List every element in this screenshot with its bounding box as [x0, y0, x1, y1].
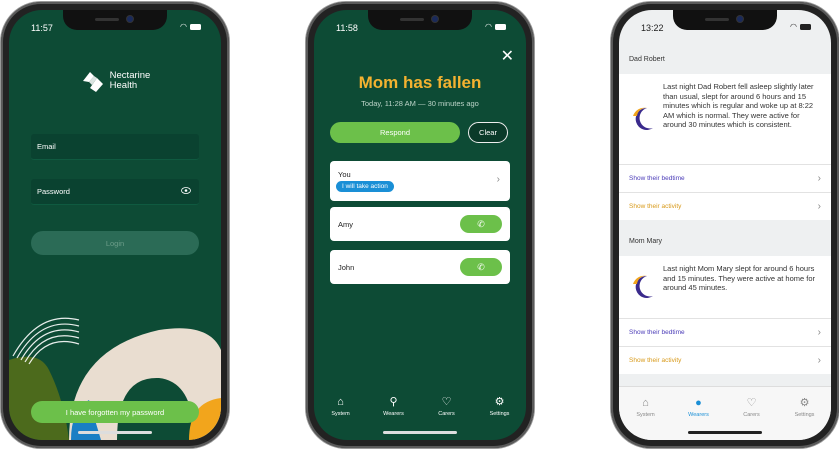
responder-name: Amy	[338, 220, 353, 229]
chevron-right-icon: ›	[817, 201, 821, 212]
tab-wearers[interactable]: ⚲ Wearers	[374, 396, 414, 417]
tab-label: System	[331, 411, 350, 417]
link-label: Show their activity	[629, 357, 682, 364]
tab-label: System	[636, 412, 655, 418]
tab-carers[interactable]: ♡ Carers	[732, 397, 772, 418]
person-icon: ⚲	[389, 396, 398, 408]
tab-system[interactable]: ⌂ System	[626, 397, 666, 418]
notch	[673, 10, 777, 30]
nectarine-logo: Nectarine Health	[9, 68, 221, 94]
phone-sleep: 13:22 ◠ Dad Robert Last night Dad Robert…	[611, 2, 839, 448]
responder-card-you[interactable]: You I will take action ›	[330, 161, 510, 201]
status-time: 13:22	[641, 23, 664, 33]
tab-settings[interactable]: ⚙ Settings	[480, 396, 520, 417]
responder-card-john: John ✆	[330, 250, 510, 284]
sliders-icon: ⚙	[494, 396, 505, 408]
email-field[interactable]: Email	[31, 134, 199, 160]
chevron-right-icon: ›	[817, 355, 821, 366]
tab-label: Settings	[794, 412, 815, 418]
heart-icon: ♡	[441, 396, 452, 408]
battery-icon	[800, 23, 811, 30]
alert-title: Mom has fallen	[358, 73, 482, 92]
responder-name: John	[338, 263, 355, 272]
forgot-password-button[interactable]: I have forgotten my password	[31, 401, 199, 423]
chevron-right-icon: ›	[817, 173, 821, 184]
status-time: 11:57	[31, 23, 53, 33]
login-button[interactable]: Login	[31, 231, 199, 255]
section-title: Dad Robert	[629, 56, 665, 63]
home-indicator	[78, 431, 152, 434]
moon-icon	[633, 107, 653, 130]
email-placeholder: Email	[37, 142, 56, 151]
login-screen: 11:57 ◠ Nectarine Health Email Password …	[9, 10, 221, 440]
status-time: 11:58	[336, 23, 358, 33]
status-icons: ◠	[180, 22, 201, 31]
status-icons: ◠	[485, 22, 506, 31]
status-icons: ◠	[790, 22, 811, 31]
responder-name: You	[338, 170, 351, 179]
moon-icon	[633, 275, 653, 298]
logo-line2: Health	[109, 80, 138, 91]
action-tag: I will take action	[336, 181, 394, 192]
phone-icon: ✆	[477, 218, 485, 229]
alert-subtitle: Today, 11:28 AM — 30 minutes ago	[361, 99, 479, 108]
nectarine-logo-icon	[82, 72, 103, 92]
phone-icon: ✆	[477, 261, 485, 272]
show-password-icon[interactable]	[181, 187, 191, 194]
password-field[interactable]: Password	[31, 179, 199, 205]
tab-label: Wearers	[383, 411, 404, 417]
sliders-icon: ⚙	[799, 397, 810, 409]
sleep-summary-card: Last night Mom Mary slept for around 6 h…	[619, 256, 831, 318]
link-label: Show their activity	[629, 203, 682, 210]
show-bedtime-link[interactable]: Show their bedtime ›	[619, 318, 831, 346]
tab-label: Carers	[438, 411, 455, 417]
tab-settings[interactable]: ⚙ Settings	[785, 397, 825, 418]
home-icon: ⌂	[642, 397, 649, 409]
call-button[interactable]: ✆	[460, 215, 502, 233]
home-indicator	[688, 431, 762, 434]
alert-screen: 11:58 ◠ ✕ Mom has fallen Today, 11:28 AM…	[314, 10, 526, 440]
wifi-icon: ◠	[180, 22, 187, 31]
sleep-summary-text: Last night Dad Robert fell asleep slight…	[663, 82, 814, 129]
phone-alert: 11:58 ◠ ✕ Mom has fallen Today, 11:28 AM…	[306, 2, 534, 448]
sleep-summary-card: Last night Dad Robert fell asleep slight…	[619, 74, 831, 164]
clear-button[interactable]: Clear	[468, 122, 508, 143]
notch	[368, 10, 472, 30]
chevron-right-icon: ›	[817, 327, 821, 338]
show-activity-link[interactable]: Show their activity ›	[619, 192, 831, 220]
person-icon: ●	[695, 397, 702, 409]
tab-wearers[interactable]: ● Wearers	[679, 397, 719, 418]
wifi-icon: ◠	[790, 22, 797, 31]
home-indicator	[383, 431, 457, 434]
tab-label: Wearers	[688, 412, 709, 418]
logo-text: Nectarine Health	[110, 71, 151, 91]
tab-label: Settings	[489, 411, 510, 417]
show-bedtime-link[interactable]: Show their bedtime ›	[619, 164, 831, 192]
link-label: Show their bedtime	[629, 329, 685, 336]
tab-system[interactable]: ⌂ System	[321, 396, 361, 417]
wifi-icon: ◠	[485, 22, 492, 31]
section-title: Mom Mary	[629, 238, 663, 245]
sleep-screen: 13:22 ◠ Dad Robert Last night Dad Robert…	[619, 10, 831, 440]
tab-label: Carers	[743, 412, 760, 418]
respond-button[interactable]: Respond	[330, 122, 460, 143]
password-placeholder: Password	[37, 187, 70, 196]
battery-icon	[190, 23, 201, 30]
responder-card-amy: Amy ✆	[330, 207, 510, 241]
heart-icon: ♡	[746, 397, 757, 409]
close-icon[interactable]: ✕	[501, 46, 514, 66]
battery-icon	[495, 23, 506, 30]
tab-carers[interactable]: ♡ Carers	[427, 396, 467, 417]
sleep-summary-text: Last night Mom Mary slept for around 6 h…	[663, 264, 816, 292]
phone-login: 11:57 ◠ Nectarine Health Email Password …	[1, 2, 229, 448]
notch	[63, 10, 167, 30]
home-icon: ⌂	[337, 396, 344, 408]
call-button[interactable]: ✆	[460, 258, 502, 276]
link-label: Show their bedtime	[629, 175, 685, 182]
chevron-right-icon: ›	[496, 174, 500, 185]
show-activity-link[interactable]: Show their activity ›	[619, 346, 831, 374]
